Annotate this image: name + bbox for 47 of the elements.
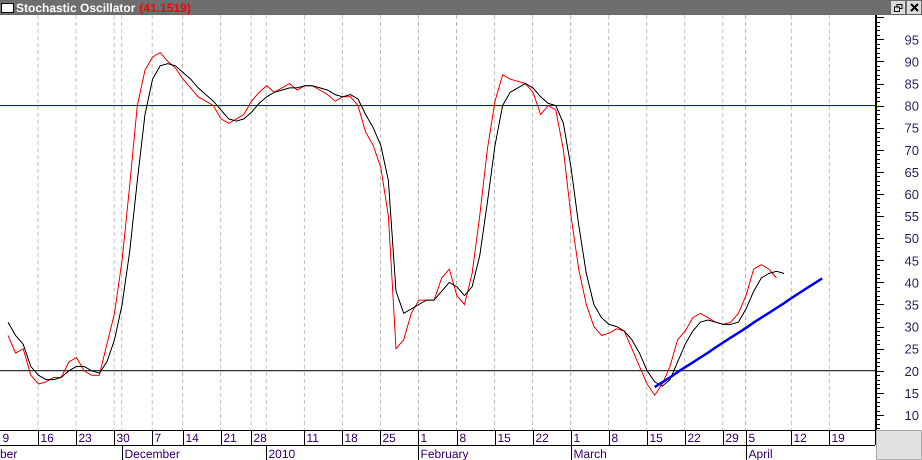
tick-label: 8 [460,431,466,445]
tick-label: 55 [904,209,919,224]
tick-label: 12 [794,431,807,445]
tick-label: 9 [2,431,10,445]
tick-label: 85 [904,76,919,92]
tick-label: 50 [904,231,919,246]
tick-label: 15 [650,431,663,445]
tick-label: 25 [904,342,919,357]
tick-label: 65 [904,164,919,180]
tick-label: 30 [116,431,130,445]
tick-label: 28 [254,431,267,445]
tick-label: 23 [78,431,92,445]
month-label: March [574,447,607,460]
tick-label: 35 [904,297,919,312]
tick-label: 25 [382,431,396,445]
tick-label: 70 [904,142,919,158]
tick-label: 15 [498,431,511,445]
tick-label: 19 [832,431,845,445]
tick-label: 45 [904,253,919,268]
tick-label: 7 [154,431,162,445]
tick-label: 40 [904,275,919,290]
window-title: Stochastic Oscillator [16,0,136,14]
tick-label: 22 [688,431,701,445]
tick-label: 29 [726,431,739,445]
month-label: ber [0,447,18,460]
tick-label: 1 [420,431,428,445]
tick-label: 10 [904,408,919,423]
current-value: (41.1519) [139,0,191,14]
tick-label: 18 [344,431,358,445]
tick-label: 15 [904,386,919,401]
tick-label: 30 [904,320,919,335]
tick-label: 60 [904,187,919,202]
month-label: December [124,447,180,460]
tick-label: 14 [186,431,199,445]
tick-label: 95 [904,32,919,48]
tick-label: 1 [574,431,580,445]
tick-label: 8 [612,431,618,445]
tick-label: 75 [904,120,919,136]
month-label: 2010 [268,447,296,460]
tick-label: 11 [306,431,319,445]
tick-label: 16 [40,431,54,445]
tick-label: 5 [748,431,756,445]
tick-label: 21 [224,431,237,445]
tick-label: 22 [536,431,549,445]
tick-label: 90 [904,54,919,70]
tick-label: 80 [904,98,919,114]
tick-label: 20 [904,364,919,379]
